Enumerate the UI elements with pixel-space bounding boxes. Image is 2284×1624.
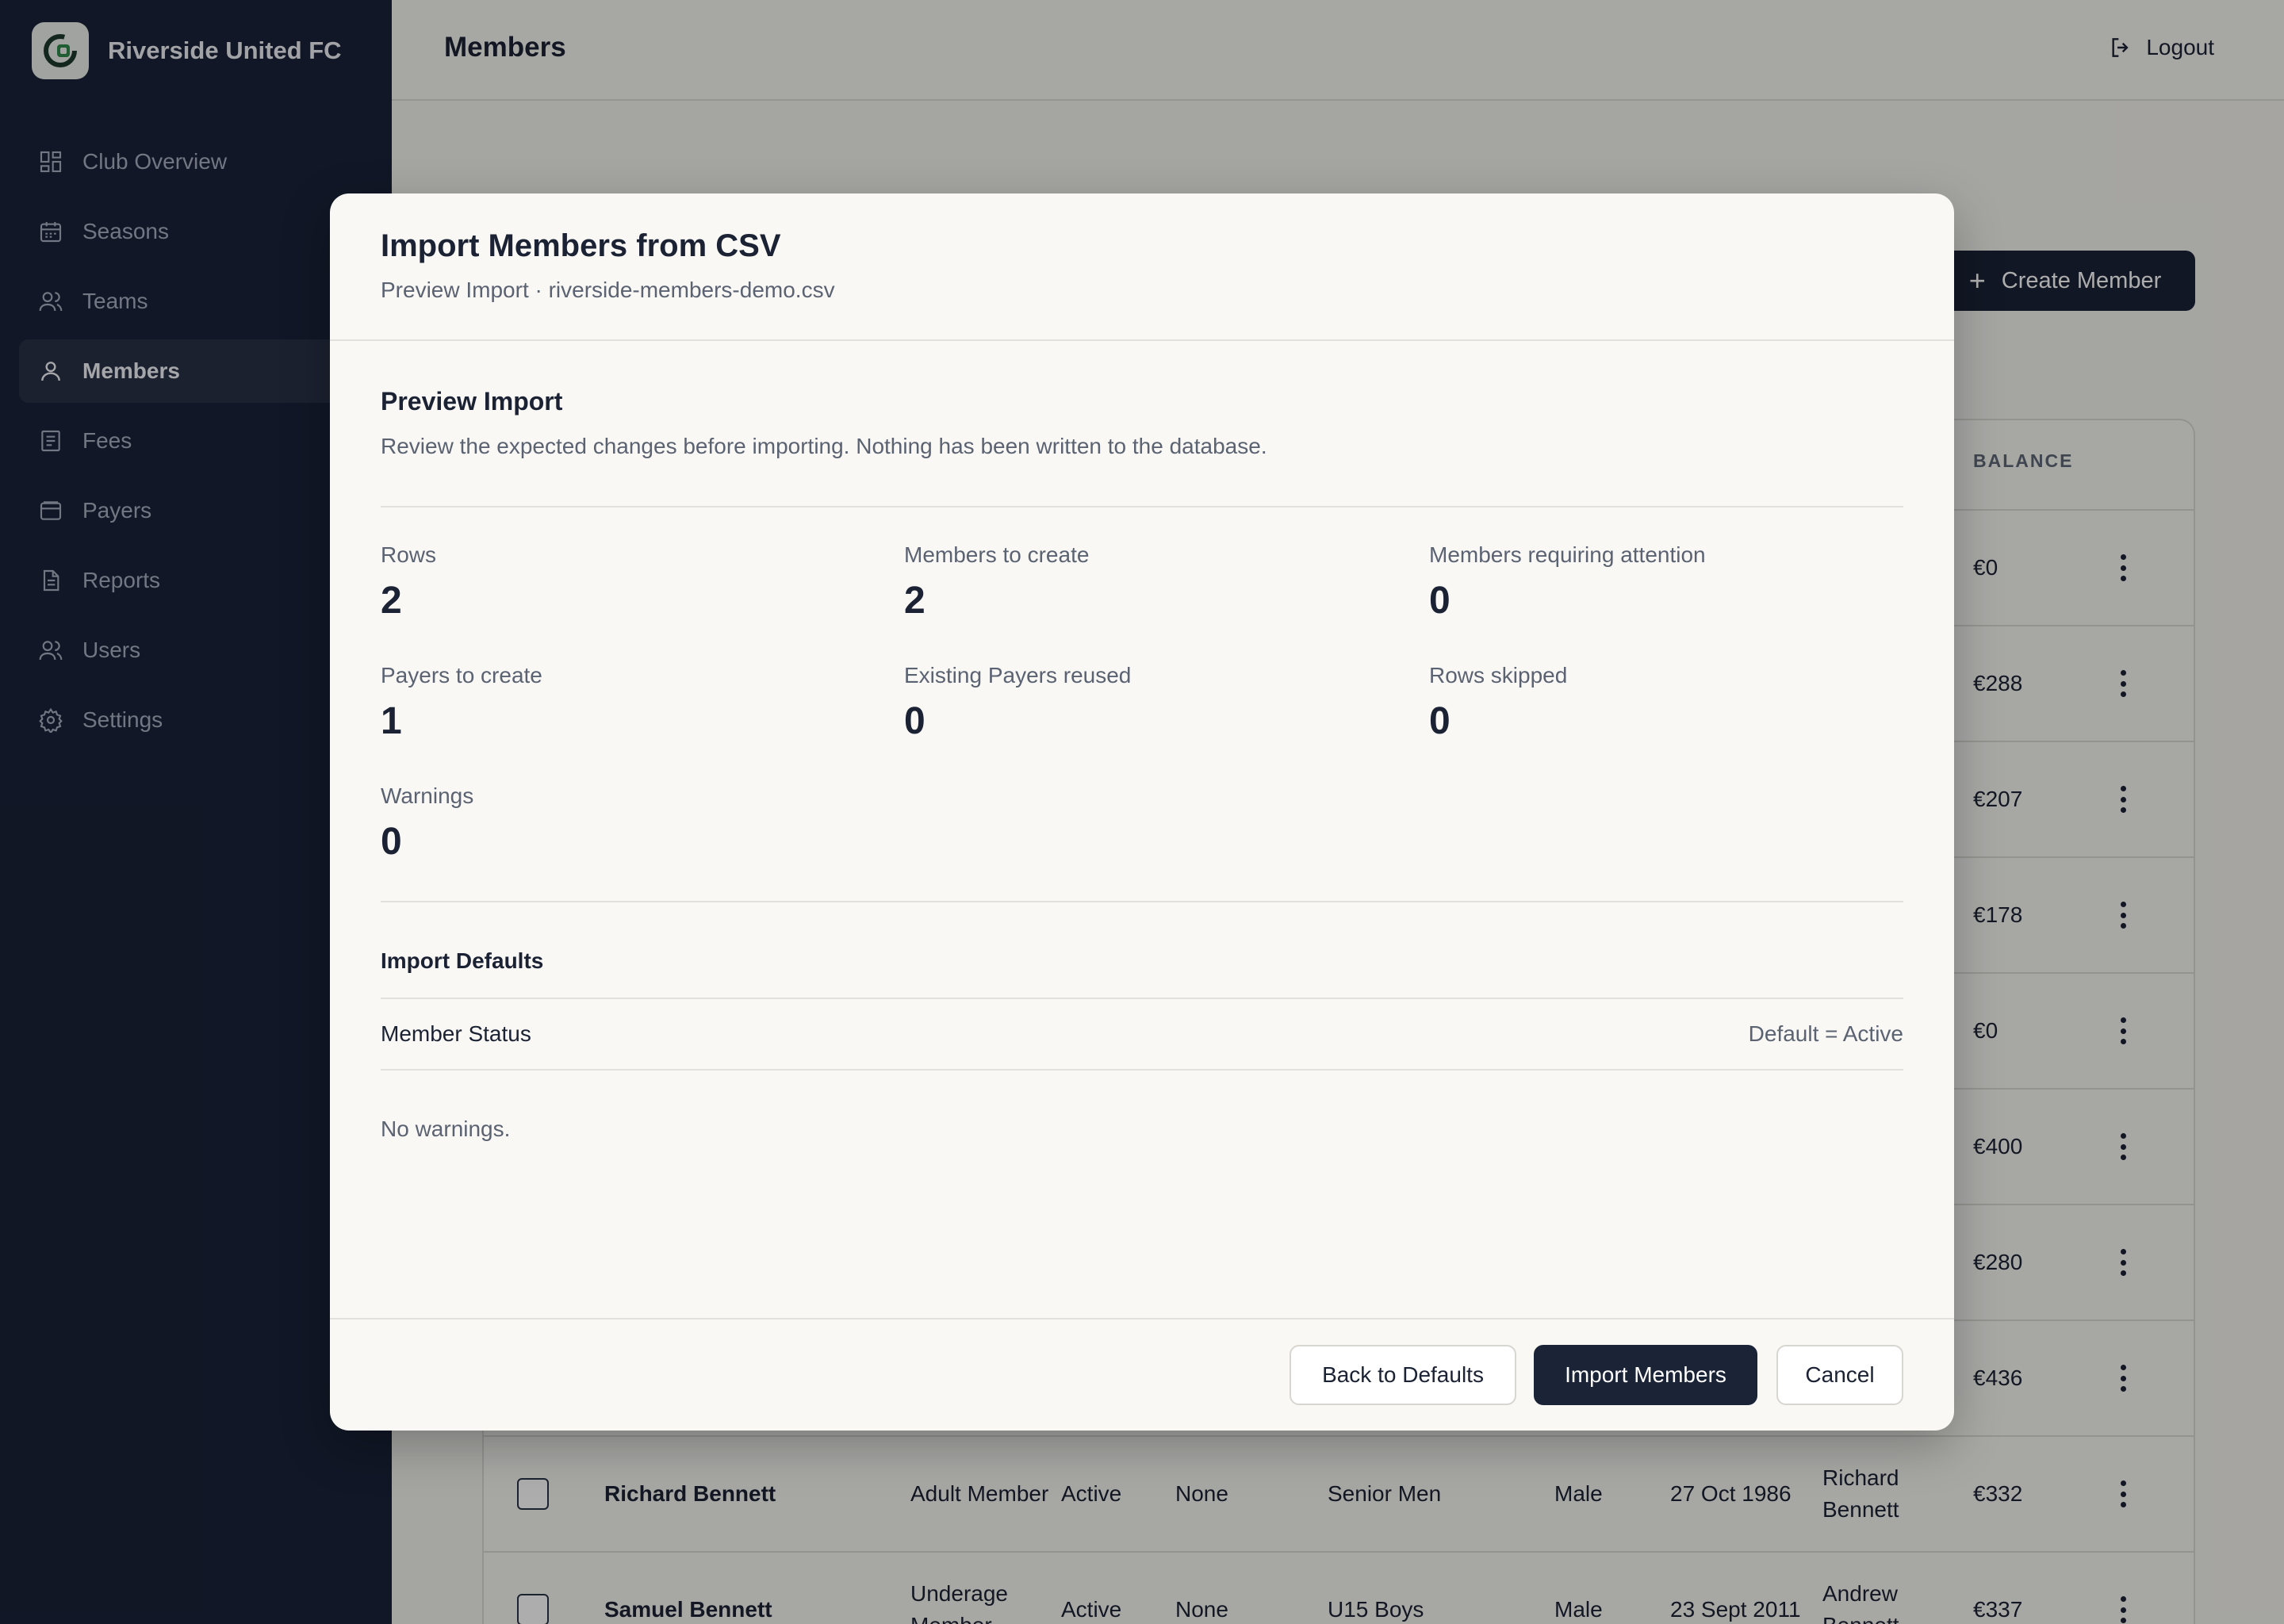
stat-value: 0 (381, 821, 402, 863)
stat-rows: Rows 2 (381, 542, 856, 622)
stat-value: 0 (1429, 580, 1450, 622)
stat-value: 2 (904, 580, 925, 622)
stats-divider-bottom (381, 901, 1903, 902)
stat-label: Rows skipped (1429, 663, 1568, 688)
stat-label: Existing Payers reused (904, 663, 1132, 688)
stat-label: Payers to create (381, 663, 542, 688)
stat-members-to-create: Members to create 2 (904, 542, 1380, 622)
stat-value: 2 (381, 580, 402, 622)
section-title: Preview Import (381, 387, 563, 416)
stat-existing-payers-reused: Existing Payers reused 0 (904, 663, 1380, 743)
import-members-dialog: Import Members from CSV Preview Import ·… (330, 193, 1954, 1431)
default-value: Default = Active (1748, 1021, 1903, 1046)
header-divider (330, 339, 1954, 341)
preview-section: Preview Import Review the expected chang… (381, 387, 1903, 459)
stat-value: 0 (904, 700, 925, 742)
dialog-subtitle: Preview Import · riverside-members-demo.… (381, 278, 835, 302)
dialog-footer: Back to Defaults Import Members Cancel (330, 1318, 1954, 1431)
default-member-status-row: Member Status Default = Active (381, 998, 1903, 1071)
stat-label: Members requiring attention (1429, 542, 1706, 567)
cancel-button[interactable]: Cancel (1776, 1345, 1903, 1405)
default-label: Member Status (381, 1021, 531, 1046)
import-members-button[interactable]: Import Members (1534, 1345, 1757, 1405)
stat-rows-skipped: Rows skipped 0 (1429, 663, 1905, 743)
dialog-title: Import Members from CSV (381, 228, 781, 263)
stat-value: 1 (381, 700, 402, 742)
stat-label: Warnings (381, 783, 474, 808)
stat-members-requiring-attention: Members requiring attention 0 (1429, 542, 1905, 622)
stat-label: Rows (381, 542, 437, 567)
stats-divider-top (381, 506, 1903, 508)
stat-label: Members to create (904, 542, 1090, 567)
stat-payers-to-create: Payers to create 1 (381, 663, 856, 743)
import-defaults-title: Import Defaults (381, 948, 544, 973)
section-description: Review the expected changes before impor… (381, 434, 1267, 458)
back-to-defaults-button[interactable]: Back to Defaults (1290, 1345, 1516, 1405)
stat-value: 0 (1429, 700, 1450, 742)
stat-warnings: Warnings 0 (381, 783, 856, 864)
no-warnings-message: No warnings. (381, 1116, 511, 1141)
